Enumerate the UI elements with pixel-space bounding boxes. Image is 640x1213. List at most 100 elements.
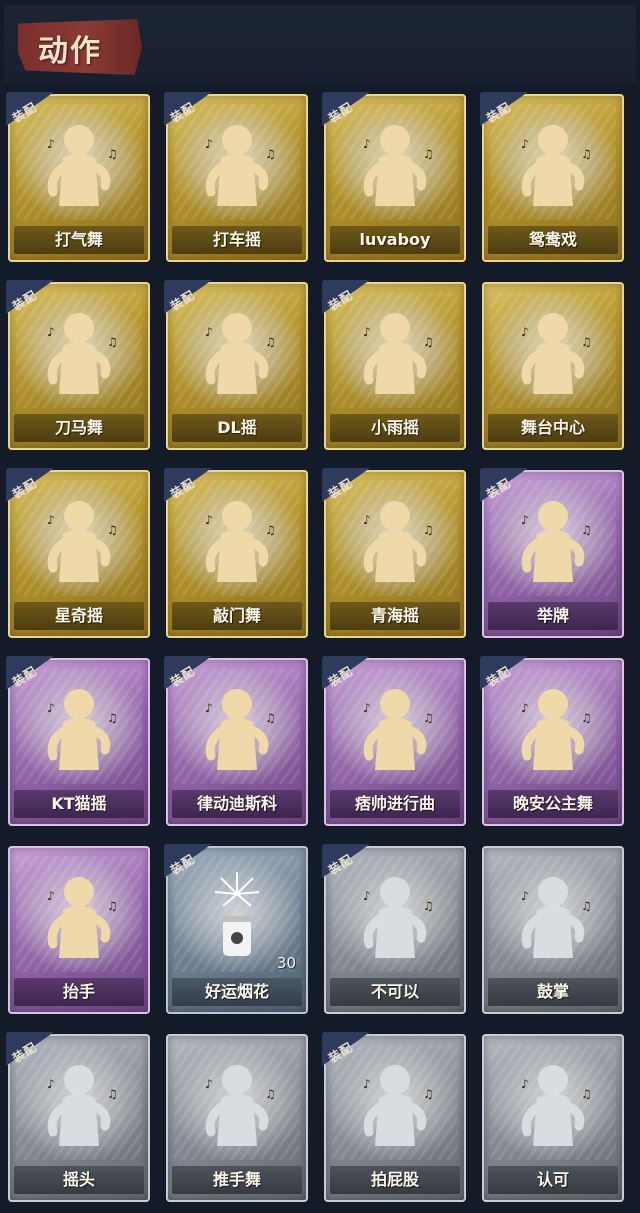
- svg-text:♪: ♪: [363, 1077, 371, 1091]
- card-label: 痞帅进行曲: [354, 794, 435, 813]
- svg-text:♫: ♫: [265, 523, 276, 537]
- emote-card[interactable]: ♪ ♫ DL摇 装配: [164, 280, 310, 452]
- svg-text:♪: ♪: [47, 889, 55, 903]
- svg-text:♪: ♪: [363, 513, 371, 527]
- card-label: luvaboy: [359, 230, 431, 249]
- emote-card[interactable]: ♪ ♫ 认可: [480, 1032, 626, 1204]
- emote-card[interactable]: ♪ ♫ 打车摇 装配: [164, 92, 310, 264]
- card-label: 好运烟花: [204, 982, 269, 1001]
- svg-text:♪: ♪: [363, 137, 371, 151]
- emote-card[interactable]: ♪ ♫ 刀马舞 装配: [6, 280, 152, 452]
- emote-card[interactable]: ♪ ♫ 不可以 装配: [322, 844, 468, 1016]
- dance-figure-icon: ♪ ♫: [187, 302, 287, 402]
- card-label: 认可: [536, 1170, 569, 1189]
- svg-text:♫: ♫: [107, 523, 118, 537]
- card-label: 鸳鸯戏: [528, 230, 577, 249]
- emote-card[interactable]: ♪ ♫ 举牌 装配: [480, 468, 626, 640]
- dance-figure-icon: ♪ ♫: [503, 866, 603, 966]
- emote-card[interactable]: ♪ ♫ KT猫摇 装配: [6, 656, 152, 828]
- dance-figure-icon: ♪ ♫: [503, 678, 603, 778]
- dance-figure-icon: ♪ ♫: [345, 114, 445, 214]
- dance-figure-icon: ♪ ♫: [29, 114, 129, 214]
- svg-text:♫: ♫: [423, 523, 434, 537]
- dance-figure-icon: ♪ ♫: [503, 1054, 603, 1154]
- svg-text:♪: ♪: [47, 701, 55, 715]
- svg-text:♪: ♪: [363, 889, 371, 903]
- svg-text:♪: ♪: [47, 1077, 55, 1091]
- dance-figure-icon: ♪ ♫: [29, 678, 129, 778]
- card-label: DL摇: [217, 418, 257, 437]
- emote-card[interactable]: ♪ ♫ 痞帅进行曲 装配: [322, 656, 468, 828]
- card-label: KT猫摇: [51, 794, 107, 813]
- svg-text:♪: ♪: [363, 701, 371, 715]
- card-label: 摇头: [62, 1170, 95, 1189]
- svg-text:♫: ♫: [265, 147, 276, 161]
- emote-card[interactable]: ♪ ♫ 律动迪斯科 装配: [164, 656, 310, 828]
- dance-figure-icon: ♪ ♫: [503, 302, 603, 402]
- card-label: 刀马舞: [54, 418, 103, 437]
- emote-card[interactable]: ♪ ♫ 鸳鸯戏 装配: [480, 92, 626, 264]
- dance-figure-icon: ♪ ♫: [345, 1054, 445, 1154]
- dance-figure-icon: ♪ ♫: [29, 866, 129, 966]
- emote-card[interactable]: ♪ ♫ 拍屁股 装配: [322, 1032, 468, 1204]
- dance-figure-icon: ♪ ♫: [187, 490, 287, 590]
- dance-figure-icon: ♪ ♫: [29, 1054, 129, 1154]
- emote-card[interactable]: ♪ ♫ 敲门舞 装配: [164, 468, 310, 640]
- svg-text:♪: ♪: [521, 701, 529, 715]
- emote-card[interactable]: ♪ ♫ 摇头 装配: [6, 1032, 152, 1204]
- card-label: 星奇摇: [54, 606, 103, 625]
- svg-text:♫: ♫: [107, 1087, 118, 1101]
- card-label: 打气舞: [54, 230, 103, 249]
- svg-text:♫: ♫: [423, 335, 434, 349]
- svg-text:♫: ♫: [423, 147, 434, 161]
- emote-card[interactable]: ♪ ♫ 抬手: [6, 844, 152, 1016]
- card-label: 不可以: [370, 982, 419, 1001]
- dance-figure-icon: ♪ ♫: [345, 678, 445, 778]
- svg-text:♪: ♪: [47, 325, 55, 339]
- dance-figure-icon: ♪ ♫: [345, 490, 445, 590]
- svg-text:♫: ♫: [581, 899, 592, 913]
- dance-figure-icon: ♪ ♫: [29, 302, 129, 402]
- dance-figure-icon: ♪ ♫: [187, 114, 287, 214]
- svg-text:♪: ♪: [521, 889, 529, 903]
- card-label: 举牌: [536, 606, 569, 625]
- emote-card[interactable]: ♪ ♫ 鼓掌: [480, 844, 626, 1016]
- emote-card[interactable]: ♪ ♫ 推手舞: [164, 1032, 310, 1204]
- svg-text:♫: ♫: [265, 711, 276, 725]
- svg-text:♪: ♪: [205, 325, 213, 339]
- card-label: 鼓掌: [536, 982, 569, 1001]
- svg-text:♫: ♫: [265, 335, 276, 349]
- svg-text:♪: ♪: [205, 701, 213, 715]
- card-label: 拍屁股: [370, 1170, 419, 1189]
- svg-text:♪: ♪: [521, 513, 529, 527]
- svg-text:♫: ♫: [423, 1087, 434, 1101]
- page-title: 动作: [38, 34, 102, 69]
- svg-text:♪: ♪: [521, 325, 529, 339]
- svg-text:♪: ♪: [47, 137, 55, 151]
- dance-figure-icon: ♪ ♫: [503, 490, 603, 590]
- emote-card[interactable]: ♪ ♫ 小雨摇 装配: [322, 280, 468, 452]
- emote-card[interactable]: ♪ ♫ luvaboy 装配: [322, 92, 468, 264]
- emote-card[interactable]: ♪ ♫ 星奇摇 装配: [6, 468, 152, 640]
- svg-text:♫: ♫: [581, 711, 592, 725]
- emote-card[interactable]: ♪ ♫ 青海摇 装配: [322, 468, 468, 640]
- dance-figure-icon: ♪ ♫: [503, 114, 603, 214]
- svg-text:♪: ♪: [521, 1077, 529, 1091]
- emote-card[interactable]: ♪ ♫ 晚安公主舞 装配: [480, 656, 626, 828]
- emote-card[interactable]: ♪ ♫ 舞台中心: [480, 280, 626, 452]
- dance-figure-icon: ♪ ♫: [345, 866, 445, 966]
- card-label: 晚安公主舞: [512, 794, 593, 813]
- svg-text:♪: ♪: [205, 1077, 213, 1091]
- card-label: 舞台中心: [520, 418, 585, 437]
- card-label: 律动迪斯科: [196, 794, 277, 813]
- svg-text:♫: ♫: [265, 1087, 276, 1101]
- card-label: 小雨摇: [370, 418, 419, 437]
- emote-card[interactable]: 好运烟花 30 装配: [164, 844, 310, 1016]
- svg-text:♫: ♫: [581, 1087, 592, 1101]
- card-label: 抬手: [62, 982, 95, 1001]
- svg-text:♫: ♫: [107, 711, 118, 725]
- svg-text:♪: ♪: [47, 513, 55, 527]
- emote-card[interactable]: ♪ ♫ 打气舞 装配: [6, 92, 152, 264]
- svg-text:♪: ♪: [363, 325, 371, 339]
- svg-text:♫: ♫: [423, 899, 434, 913]
